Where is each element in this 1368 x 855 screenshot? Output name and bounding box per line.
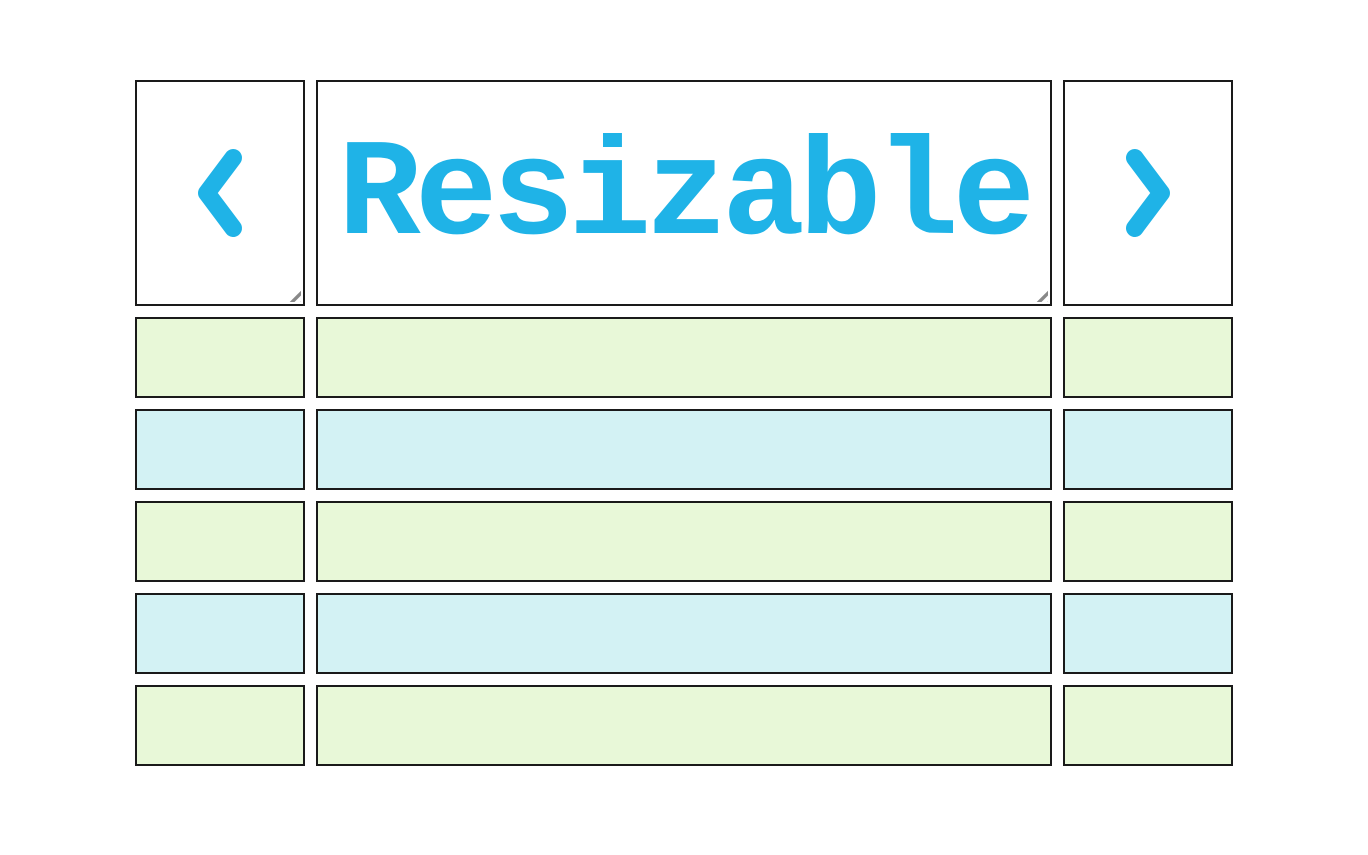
table-cell [1063,317,1233,398]
table-cell [1063,409,1233,490]
table-cell [135,317,305,398]
table-cell [135,409,305,490]
chevron-left-icon [137,82,303,304]
table-row [135,409,1233,490]
table-cell [1063,501,1233,582]
resize-handle-icon[interactable] [1034,288,1048,302]
chevron-right-icon [1065,82,1231,304]
table-cell [1063,685,1233,766]
table-row [135,685,1233,766]
table-row [135,317,1233,398]
table-cell [316,501,1052,582]
table-cell [316,593,1052,674]
table-cell [1063,593,1233,674]
header-left-cell[interactable] [135,80,305,306]
table-cell [316,409,1052,490]
table-row [135,593,1233,674]
table-demo: Resizable [135,80,1233,766]
table-cell [135,685,305,766]
header-right-cell[interactable] [1063,80,1233,306]
header-center-cell[interactable]: Resizable [316,80,1052,306]
table-cell [316,317,1052,398]
table-cell [135,501,305,582]
table-cell [316,685,1052,766]
header-row: Resizable [135,80,1233,306]
header-title: Resizable [338,128,1029,266]
resize-handle-icon[interactable] [287,288,301,302]
table-row [135,501,1233,582]
table-cell [135,593,305,674]
